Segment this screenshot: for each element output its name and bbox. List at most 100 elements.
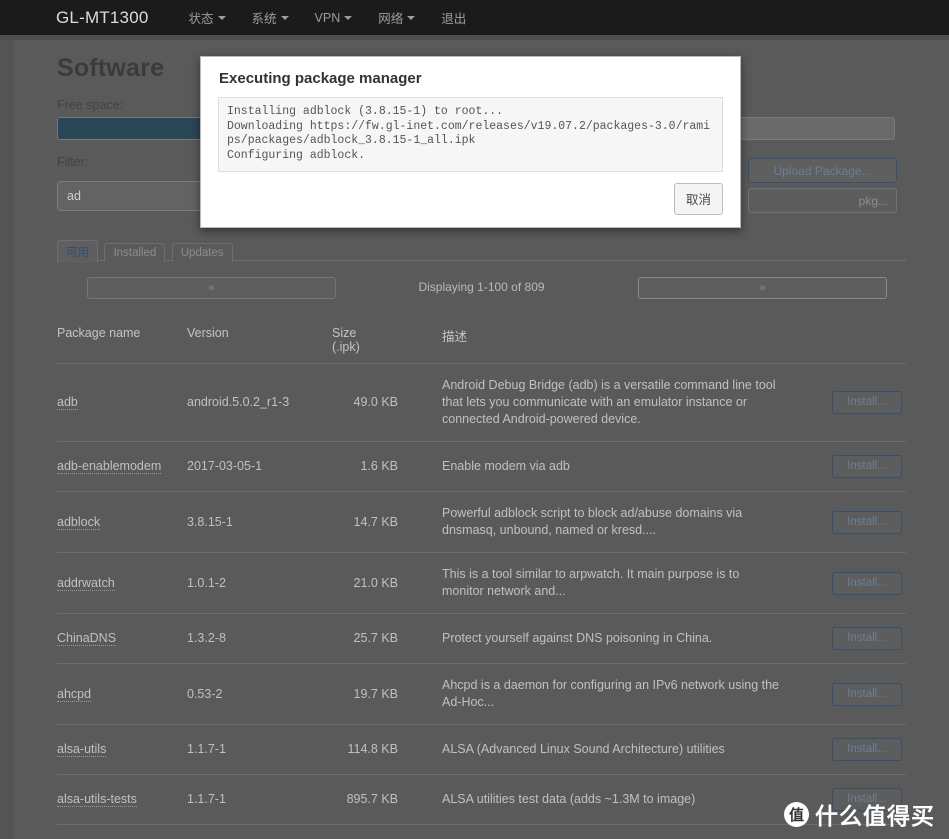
- left-gutter: [0, 40, 14, 839]
- upload-package-button[interactable]: Upload Package...: [748, 158, 897, 183]
- cell-package-name[interactable]: addrwatch: [57, 552, 187, 614]
- cell-version: android.5.0.2_r1-3: [187, 363, 332, 442]
- install-button[interactable]: Install...: [832, 455, 902, 478]
- dialog-footer: 取消: [201, 172, 740, 227]
- install-button[interactable]: Install...: [832, 738, 902, 761]
- cell-action: Install...: [802, 663, 906, 725]
- tab-installed[interactable]: Installed: [104, 243, 166, 262]
- cell-action: Install...: [802, 724, 906, 775]
- nav-item-logout-label: 退出: [441, 12, 467, 26]
- cell-package-name[interactable]: ChinaDNS: [57, 613, 187, 664]
- cell-size: 114.8 KB: [332, 724, 404, 775]
- cell-version: 1.3.2-8: [187, 613, 332, 664]
- table-header-row: Package name Version Size (.ipk) 描述: [57, 317, 906, 364]
- package-name-link[interactable]: adblock: [57, 514, 101, 530]
- brand-title: GL-MT1300: [56, 7, 149, 27]
- package-name-link[interactable]: adb-enablemodem: [57, 459, 162, 474]
- dialog-title: Executing package manager: [219, 70, 422, 87]
- package-tabs: 可用 Installed Updates: [57, 239, 906, 263]
- cell-size: 895.7 KB: [332, 774, 404, 825]
- cell-package-name[interactable]: adb: [57, 363, 187, 442]
- package-name-link[interactable]: ahcpd: [57, 686, 92, 702]
- header-version: Version: [187, 317, 332, 364]
- cell-package-name[interactable]: ahcpd: [57, 663, 187, 725]
- install-button[interactable]: Install...: [832, 510, 902, 534]
- cell-package-name[interactable]: alsa-utils-tests: [57, 774, 187, 825]
- cell-action: Install...: [802, 363, 906, 442]
- cell-version: 1.0.1-2: [187, 552, 332, 614]
- package-name-link[interactable]: ChinaDNS: [57, 631, 117, 646]
- cancel-button[interactable]: 取消: [673, 183, 723, 215]
- cell-description: Android Debug Bridge (adb) is a versatil…: [404, 363, 802, 442]
- cell-action: Install...: [802, 491, 906, 553]
- pagination: « Displaying 1-100 of 809 »: [57, 277, 906, 299]
- nav-item-status[interactable]: 状态: [189, 8, 226, 27]
- cell-version: 0.53-2: [187, 663, 332, 725]
- package-name-link[interactable]: alsa-utils: [57, 742, 107, 757]
- cell-package-name[interactable]: adb-enablemodem: [57, 441, 187, 492]
- nav-item-status-label: 状态: [188, 12, 214, 26]
- cell-package-name[interactable]: aria2: [57, 824, 187, 839]
- app-window: GL-MT1300 状态 系统 VPN 网络 退出 Software Free …: [0, 0, 949, 839]
- chevron-down-icon: [407, 15, 416, 20]
- chevron-down-icon: [217, 15, 226, 20]
- nav-item-system[interactable]: 系统: [252, 8, 289, 27]
- header-description: 描述: [404, 317, 802, 364]
- install-button[interactable]: Install...: [832, 571, 902, 595]
- package-name-link[interactable]: adb: [57, 395, 78, 410]
- cell-description: aria2 is a lightweight multi-protocol & …: [404, 824, 802, 839]
- tab-updates[interactable]: Updates: [171, 243, 233, 262]
- cell-description: ALSA (Advanced Linux Sound Architecture)…: [404, 724, 802, 775]
- install-button[interactable]: Install...: [832, 682, 902, 706]
- cell-action: Install...: [802, 552, 906, 614]
- cell-size: 21.0 KB: [332, 552, 404, 614]
- cell-version: 1.1.7-1: [187, 724, 332, 775]
- install-button[interactable]: Install...: [832, 627, 902, 650]
- dialog-log-output: Installing adblock (3.8.15-1) to root...…: [218, 97, 723, 172]
- header-size: Size (.ipk): [332, 317, 404, 364]
- cell-description: ALSA utilities test data (adds ~1.3M to …: [404, 774, 802, 825]
- table-row: ChinaDNS 1.3.2-8 25.7 KB Protect yourself a…: [57, 613, 906, 664]
- cell-size: 25.7 KB: [332, 613, 404, 664]
- cell-size: 19.7 KB: [332, 663, 404, 725]
- cell-description: Protect yourself against DNS poisoning i…: [404, 613, 802, 664]
- cell-size: 1.6 KB: [332, 441, 404, 492]
- cell-package-name[interactable]: adblock: [57, 491, 187, 553]
- nav-item-vpn-label: VPN: [314, 10, 341, 25]
- package-table-body: adb android.5.0.2_r1-3 49.0 KB Android Debu…: [57, 363, 906, 839]
- tab-available[interactable]: 可用: [57, 240, 98, 263]
- chevron-down-icon: [280, 15, 289, 20]
- package-name-link[interactable]: alsa-utils-tests: [57, 792, 137, 807]
- table-row: adb-enablemodem 2017-03-05-1 1.6 KB Enable …: [57, 441, 906, 492]
- cell-action: Install...: [802, 613, 906, 664]
- nav-item-system-label: 系统: [251, 12, 277, 26]
- cell-size: 49.0 KB: [332, 363, 404, 442]
- header-size-line1: Size: [332, 326, 357, 340]
- cell-size: 611.0 KB: [332, 824, 404, 839]
- update-lists-button[interactable]: pkg...: [748, 188, 897, 213]
- cell-package-name[interactable]: alsa-utils: [57, 724, 187, 775]
- header-size-line2: (.ipk): [332, 340, 360, 354]
- table-row: adb android.5.0.2_r1-3 49.0 KB Android Debu…: [57, 363, 906, 442]
- install-button[interactable]: Install...: [832, 391, 902, 414]
- header-action: [802, 317, 906, 364]
- package-name-link[interactable]: addrwatch: [57, 575, 115, 591]
- table-row: alsa-utils 1.1.7-1 114.8 KB ALSA (Advanced …: [57, 724, 906, 775]
- nav-item-logout[interactable]: 退出: [441, 8, 466, 27]
- top-navigation-bar: GL-MT1300 状态 系统 VPN 网络 退出: [0, 0, 949, 35]
- cell-action: Install...: [802, 824, 906, 839]
- cell-version: 2017-03-05-1: [187, 441, 332, 492]
- package-table-head: Package name Version Size (.ipk) 描述: [57, 317, 906, 364]
- cell-version: 3.8.15-1: [187, 491, 332, 553]
- cell-version: 1.34.0-6: [187, 824, 332, 839]
- cell-size: 14.7 KB: [332, 491, 404, 553]
- nav-item-vpn[interactable]: VPN: [315, 11, 353, 25]
- table-row: ahcpd 0.53-2 19.7 KB Ahcpd is a daemon for …: [57, 663, 906, 725]
- install-button[interactable]: Install...: [832, 788, 902, 811]
- cell-action: Install...: [802, 441, 906, 492]
- table-row: alsa-utils-tests 1.1.7-1 895.7 KB ALSA util…: [57, 774, 906, 825]
- header-package-name: Package name: [57, 317, 187, 364]
- next-page-button[interactable]: »: [638, 277, 887, 299]
- cell-version: 1.1.7-1: [187, 774, 332, 825]
- nav-item-network[interactable]: 网络: [378, 8, 416, 27]
